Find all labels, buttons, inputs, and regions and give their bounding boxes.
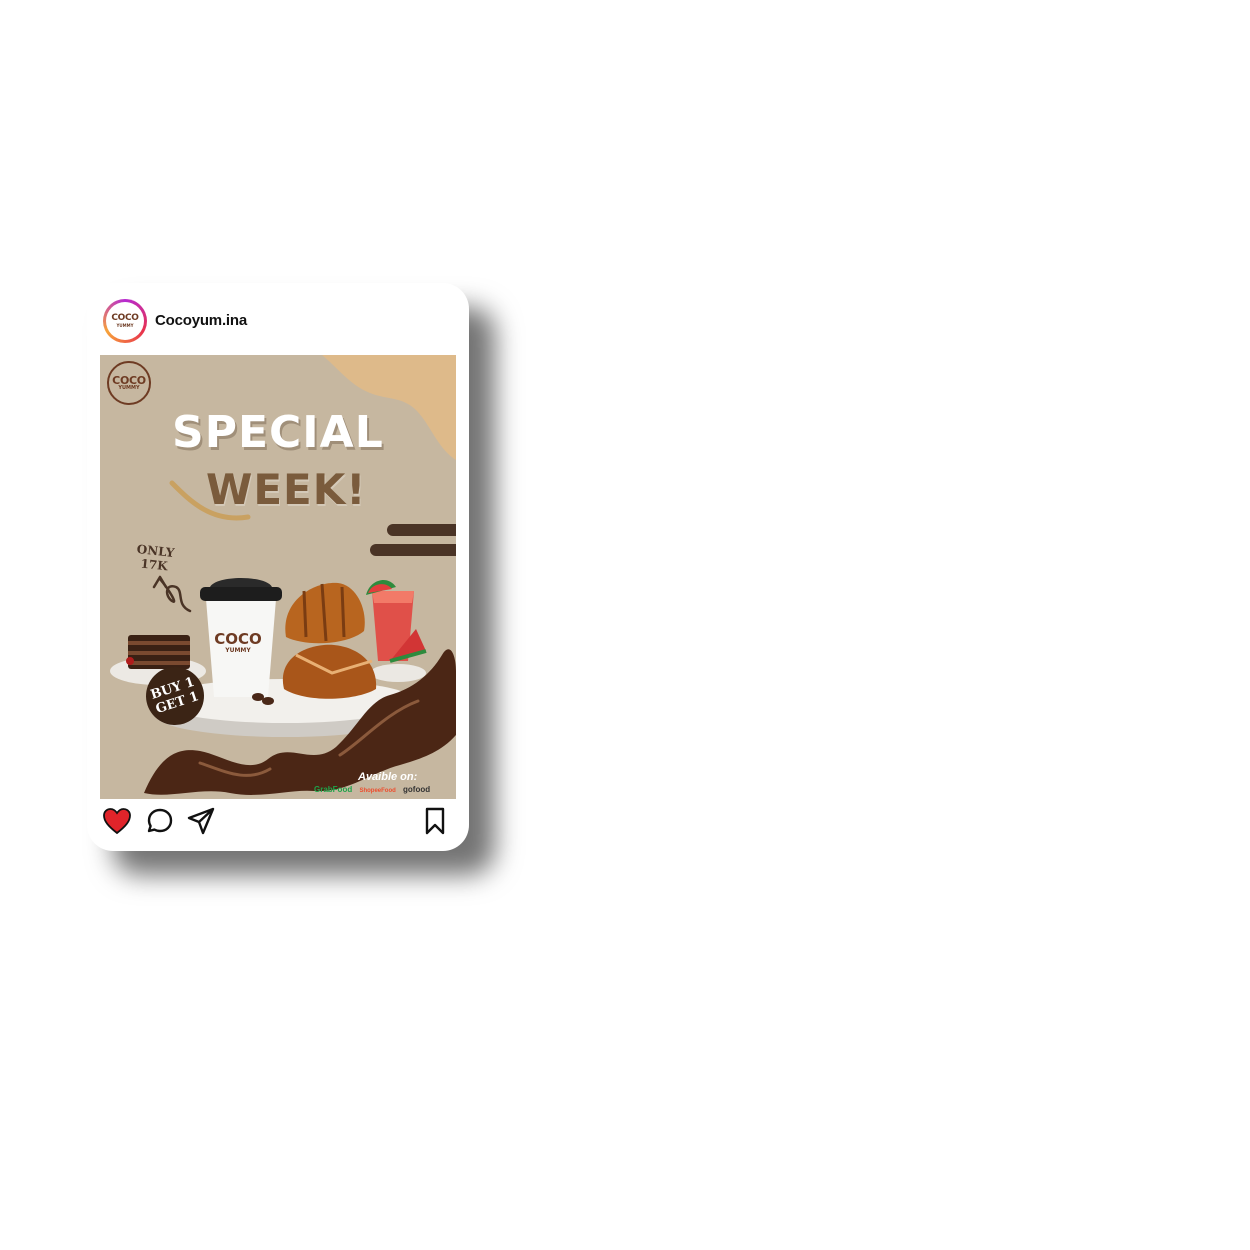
post-image: COCO YUMMY SPECIAL WEEK! ONLY 17K COCO Y… — [100, 355, 456, 799]
stripe-2 — [370, 544, 456, 556]
watermelon-drink — [366, 580, 427, 663]
right-pedestal — [370, 664, 426, 682]
instagram-post-card: COCO YUMMY Cocoyum.ina COCO YUMMY SPECIA… — [87, 283, 469, 851]
available-on-label: Avaible on: — [358, 771, 418, 783]
post-actions — [87, 799, 469, 851]
cup-brand-main: COCO — [214, 630, 262, 648]
cup-brand-sub: YUMMY — [225, 647, 251, 654]
avatar-logo-main: COCO — [111, 313, 139, 323]
stripe-1 — [387, 524, 456, 536]
headline-week: WEEK! — [206, 465, 367, 514]
heart-icon[interactable] — [102, 806, 132, 836]
cup-brand-label: COCO YUMMY — [211, 631, 265, 654]
headline-special: SPECIAL — [172, 407, 384, 458]
post-brand-logo: COCO YUMMY — [107, 361, 151, 405]
comment-icon[interactable] — [145, 806, 175, 836]
post-logo-sub: YUMMY — [118, 385, 140, 391]
croissant-top — [285, 582, 365, 644]
platform-gofood: gofood — [403, 785, 431, 794]
avatar-logo-sub: YUMMY — [116, 323, 134, 328]
delivery-platforms: GrabFood ShopeeFood gofood — [314, 785, 454, 797]
platform-shopeefood: ShopeeFood — [359, 788, 396, 794]
price-callout: ONLY 17K — [135, 542, 175, 574]
platform-grabfood: GrabFood — [314, 785, 353, 794]
username-link[interactable]: Cocoyum.ina — [155, 312, 247, 329]
send-icon[interactable] — [186, 806, 216, 836]
croissant-bottom — [282, 644, 377, 699]
post-header: COCO YUMMY Cocoyum.ina — [87, 283, 469, 355]
bookmark-icon[interactable] — [420, 806, 450, 836]
arrow-head — [152, 575, 168, 589]
avatar-logo: COCO YUMMY — [106, 302, 144, 340]
cake-slice — [126, 635, 190, 669]
avatar[interactable]: COCO YUMMY — [103, 299, 147, 343]
